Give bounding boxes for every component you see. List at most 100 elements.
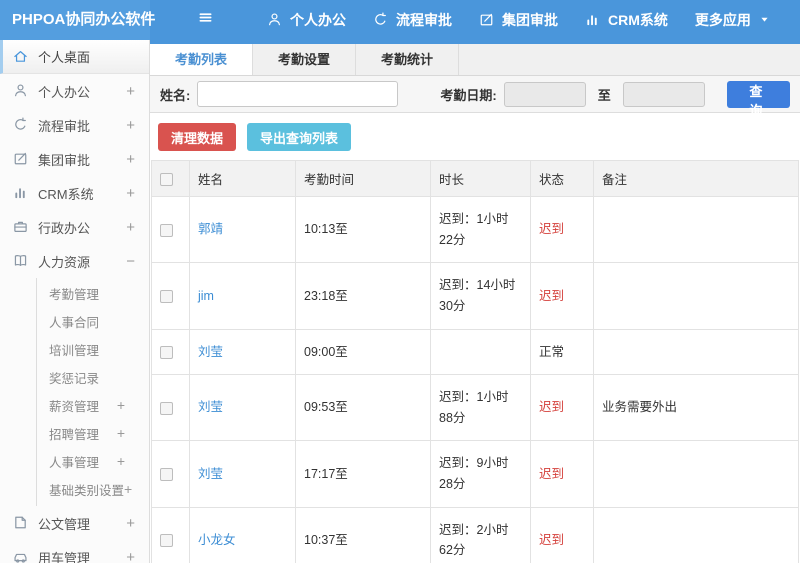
name-cell: 刘莹 (189, 328, 296, 376)
name-cell: 小龙女 (189, 506, 296, 563)
status-cell: 迟到 (530, 195, 594, 264)
checkbox-cell (151, 440, 190, 508)
column-header: 姓名 (189, 160, 296, 197)
row-checkbox[interactable] (160, 345, 173, 359)
expand-plus-icon[interactable]: + (126, 515, 135, 532)
expand-plus-icon[interactable]: + (124, 481, 132, 497)
tab-2[interactable]: 考勤设置 (253, 44, 357, 75)
sidebar-item-8[interactable]: 公文管理 + (0, 506, 149, 540)
sidebar-item-4[interactable]: 集团审批 + (0, 142, 149, 176)
duration-cell: 迟到：14小时30分 (430, 262, 531, 330)
hamburger-menu-icon[interactable] (198, 10, 218, 30)
checkbox-cell (151, 374, 190, 442)
expand-plus-icon[interactable]: + (117, 425, 125, 441)
topnav: 个人办公 流程审批 集团审批 CRM系统 更多应用 (240, 10, 771, 30)
column-header: 考勤时间 (295, 160, 431, 197)
flow-icon (13, 117, 29, 133)
expand-plus-icon[interactable]: + (126, 151, 135, 168)
employee-name-link[interactable]: 刘莹 (198, 345, 223, 359)
sidebar-item-label: 集团审批 (38, 152, 91, 168)
row-checkbox[interactable] (160, 401, 173, 415)
checkbox-cell (151, 195, 190, 264)
briefcase-icon (13, 219, 29, 235)
topnav-item-3[interactable]: 集团审批 (479, 10, 558, 30)
sidebar-subitem-2[interactable]: 人事合同 (37, 307, 149, 335)
date-from-input[interactable] (503, 81, 586, 107)
to-label: 至 (597, 87, 611, 103)
table-row: 刘莹 09:00至 正常 (151, 328, 799, 376)
chart-icon (13, 185, 29, 201)
sidebar-subitem-1[interactable]: 考勤管理 (37, 279, 149, 307)
topnav-item-label: CRM系统 (608, 12, 668, 28)
sidebar-subitem-7[interactable]: 人事管理 + (37, 447, 149, 475)
table-body: 郭靖 10:13至 迟到：1小时22分 迟到 jim 23:18至 迟到：14小时30分 迟到… (151, 195, 799, 563)
date-to-input[interactable] (622, 81, 705, 107)
row-checkbox[interactable] (160, 289, 173, 303)
sidebar: 个人桌面 个人办公 + 流程审批 + 集团审批 + CRM系统 + 行政办公 + 人力资源 − 考勤管理人… (0, 40, 150, 563)
sidebar-item-1[interactable]: 个人桌面 (0, 40, 149, 74)
expand-plus-icon[interactable]: + (126, 219, 135, 236)
sidebar-subitem-4[interactable]: 奖惩记录 (37, 363, 149, 391)
employee-name-link[interactable]: 小龙女 (198, 533, 236, 547)
sidebar-item-7[interactable]: 人力资源 − (0, 244, 149, 278)
top-bar: PHPOA协同办公软件 个人办公 流程审批 集团审批 CRM系统 更多应用 (0, 0, 800, 40)
sidebar-subitem-6[interactable]: 招聘管理 + (37, 419, 149, 447)
topnav-item-4[interactable]: CRM系统 (585, 10, 668, 30)
expand-plus-icon[interactable]: + (117, 397, 125, 413)
sidebar-item-5[interactable]: CRM系统 + (0, 176, 149, 210)
chart-icon (585, 12, 601, 28)
topnav-item-2[interactable]: 流程审批 (373, 10, 452, 30)
checkbox-cell (151, 328, 190, 376)
query-button[interactable]: 查 询 (726, 80, 790, 118)
sidebar-item-9[interactable]: 用车管理 + (0, 540, 149, 563)
topnav-item-label: 个人办公 (290, 12, 346, 28)
flow-icon (373, 12, 389, 28)
sidebar-item-label: 个人桌面 (38, 50, 91, 65)
sidebar-item-label: 流程审批 (38, 118, 91, 134)
expand-plus-icon[interactable]: + (126, 185, 135, 202)
clean-data-button[interactable]: 清理数据 (158, 123, 237, 151)
row-checkbox[interactable] (160, 467, 173, 481)
expand-plus-icon[interactable]: + (126, 549, 135, 563)
duration-line: 迟到：2小时62分 (439, 522, 509, 558)
sidebar-item-2[interactable]: 个人办公 + (0, 74, 149, 108)
expand-plus-icon[interactable]: + (117, 453, 125, 469)
duration-line: 迟到：1小时88分 (439, 390, 509, 425)
column-header: 备注 (593, 160, 799, 197)
status-cell: 正常 (530, 328, 594, 376)
name-cell: 刘莹 (189, 374, 296, 442)
search-bar: 姓名: 考勤日期: 至 查 询 (150, 76, 800, 118)
row-checkbox[interactable] (160, 223, 173, 237)
sidebar-subitem-5[interactable]: 薪资管理 + (37, 391, 149, 419)
topnav-item-1[interactable]: 个人办公 (267, 10, 346, 30)
sidebar-subitem-3[interactable]: 培训管理 (37, 335, 149, 363)
employee-name-link[interactable]: jim (198, 289, 214, 303)
duration-line: 迟到：14小时30分 (439, 278, 516, 313)
employee-name-link[interactable]: 刘莹 (198, 467, 223, 481)
sidebar-subitem-label: 基础类别设置 (49, 483, 125, 498)
expand-plus-icon[interactable]: + (126, 83, 135, 100)
export-list-button[interactable]: 导出查询列表 (247, 123, 352, 151)
name-input[interactable] (197, 81, 399, 107)
topnav-item-5[interactable]: 更多应用 (695, 10, 771, 30)
sidebar-item-label: 用车管理 (38, 550, 91, 563)
date-label: 考勤日期: (440, 87, 497, 103)
expand-plus-icon[interactable]: + (126, 117, 135, 134)
collapse-minus-icon[interactable]: − (126, 253, 135, 270)
duration-line: 迟到：1小时22分 (439, 212, 509, 247)
select-all-checkbox[interactable] (160, 172, 173, 186)
time-cell: 10:13至 (295, 195, 431, 264)
note-cell (593, 195, 799, 264)
tab-1[interactable]: 考勤列表 (150, 44, 254, 75)
sidebar-item-6[interactable]: 行政办公 + (0, 210, 149, 244)
sidebar-subitem-label: 人事合同 (49, 315, 100, 330)
sidebar-item-3[interactable]: 流程审批 + (0, 108, 149, 142)
duration-cell: 迟到：1小时22分 (430, 195, 531, 264)
time-cell: 17:17至 (295, 440, 431, 508)
header-checkbox-cell (151, 160, 190, 197)
tab-3[interactable]: 考勤统计 (356, 44, 460, 75)
row-checkbox[interactable] (160, 534, 173, 548)
employee-name-link[interactable]: 刘莹 (198, 400, 223, 414)
employee-name-link[interactable]: 郭靖 (198, 222, 223, 236)
sidebar-subitem-8[interactable]: 基础类别设置 + (37, 475, 149, 503)
